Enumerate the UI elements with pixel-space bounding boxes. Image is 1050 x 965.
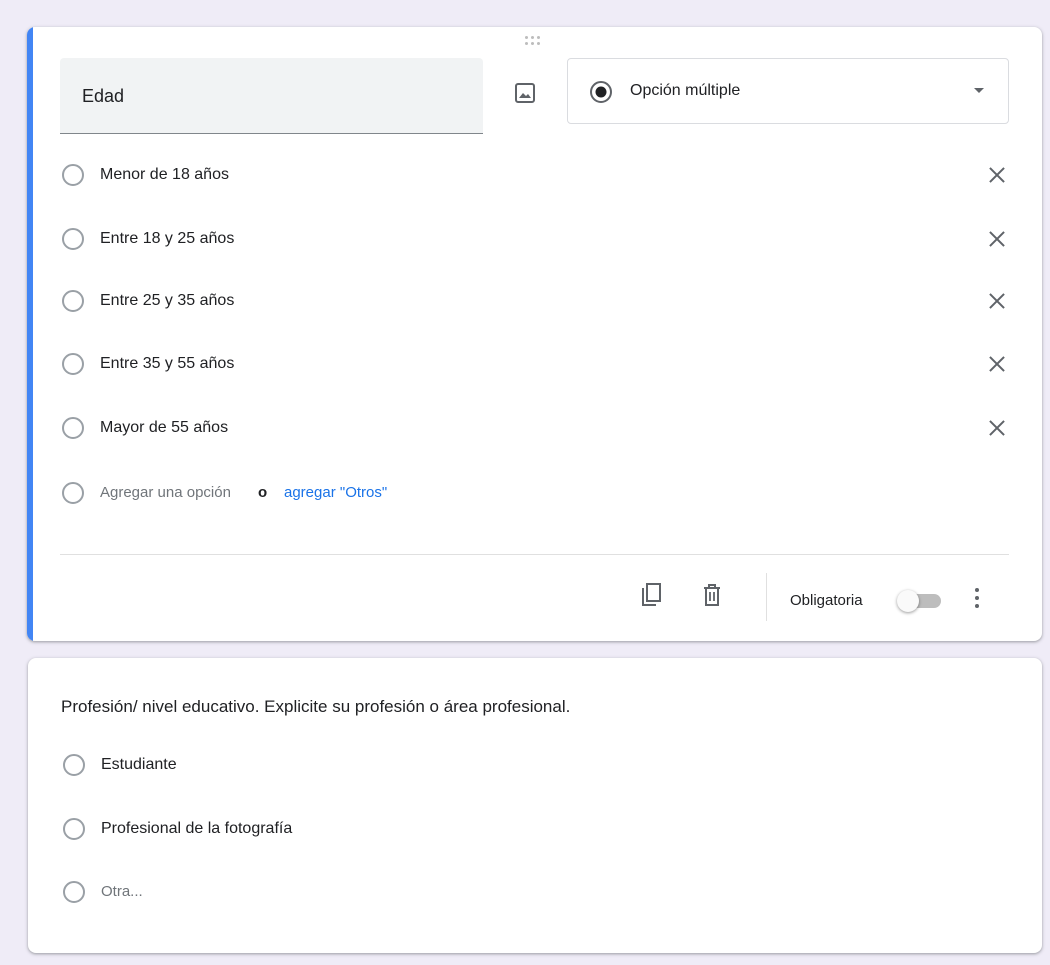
option-row[interactable]: Menor de 18 años [60,160,1010,190]
option-row[interactable]: Estudiante [61,750,1011,780]
question-card-edad[interactable]: Edad Opción múltiple Menor de 18 años En… [27,27,1042,641]
radio-unchecked-icon [63,754,85,776]
option-label[interactable]: Entre 25 y 35 años [100,292,234,310]
footer-divider [60,554,1009,555]
add-option-row: Agregar una opción o agregar "Otros" [60,478,660,508]
radio-unchecked-icon [62,417,84,439]
remove-option-icon[interactable] [984,226,1010,252]
chevron-down-icon [974,88,984,93]
option-label[interactable]: Mayor de 55 años [100,419,228,437]
trash-icon[interactable] [697,580,727,610]
add-other-link[interactable]: agregar "Otros" [284,484,387,501]
radio-unchecked-icon [62,482,84,504]
remove-option-icon[interactable] [984,162,1010,188]
radio-unchecked-icon [62,290,84,312]
radio-unchecked-icon [62,228,84,250]
option-label[interactable]: Menor de 18 años [100,166,229,184]
toggle-thumb [897,590,919,612]
option-label[interactable]: Entre 18 y 25 años [100,230,234,248]
required-label: Obligatoria [790,592,863,609]
option-row[interactable]: Entre 18 y 25 años [60,224,1010,254]
question-title: Profesión/ nivel educativo. Explicite su… [61,697,571,716]
active-card-indicator [27,27,33,641]
add-image-icon[interactable] [511,79,539,107]
more-vert-icon[interactable] [967,583,987,613]
drag-handle-icon[interactable] [524,34,544,48]
option-row[interactable]: Mayor de 55 años [60,413,1010,443]
option-row[interactable]: Entre 25 y 35 años [60,286,1010,316]
question-type-label: Opción múltiple [630,82,741,99]
question-type-dropdown[interactable]: Opción múltiple [567,58,1009,124]
option-row[interactable]: Entre 35 y 55 años [60,349,1010,379]
question-title-input[interactable]: Edad [60,58,483,134]
option-row[interactable]: Profesional de la fotografía [61,814,1011,844]
radio-unchecked-icon [62,353,84,375]
option-label: Profesional de la fotografía [101,820,293,837]
option-label[interactable]: Entre 35 y 55 años [100,355,234,373]
required-toggle[interactable] [897,588,945,614]
or-separator: o [258,484,268,501]
radio-unchecked-icon [63,881,85,903]
add-option-input[interactable]: Agregar una opción [100,484,231,501]
question-title-value: Edad [82,86,125,106]
radio-unchecked-icon [63,818,85,840]
question-card-profesion[interactable]: Profesión/ nivel educativo. Explicite su… [28,658,1042,953]
remove-option-icon[interactable] [984,415,1010,441]
copy-icon[interactable] [636,580,666,610]
other-option-label: Otra... [101,883,143,900]
option-row-other[interactable]: Otra... [61,877,1011,907]
radio-unchecked-icon [62,164,84,186]
option-label: Estudiante [101,756,177,773]
footer-separator [766,573,767,621]
remove-option-icon[interactable] [984,288,1010,314]
radio-checked-icon [590,81,612,103]
remove-option-icon[interactable] [984,351,1010,377]
